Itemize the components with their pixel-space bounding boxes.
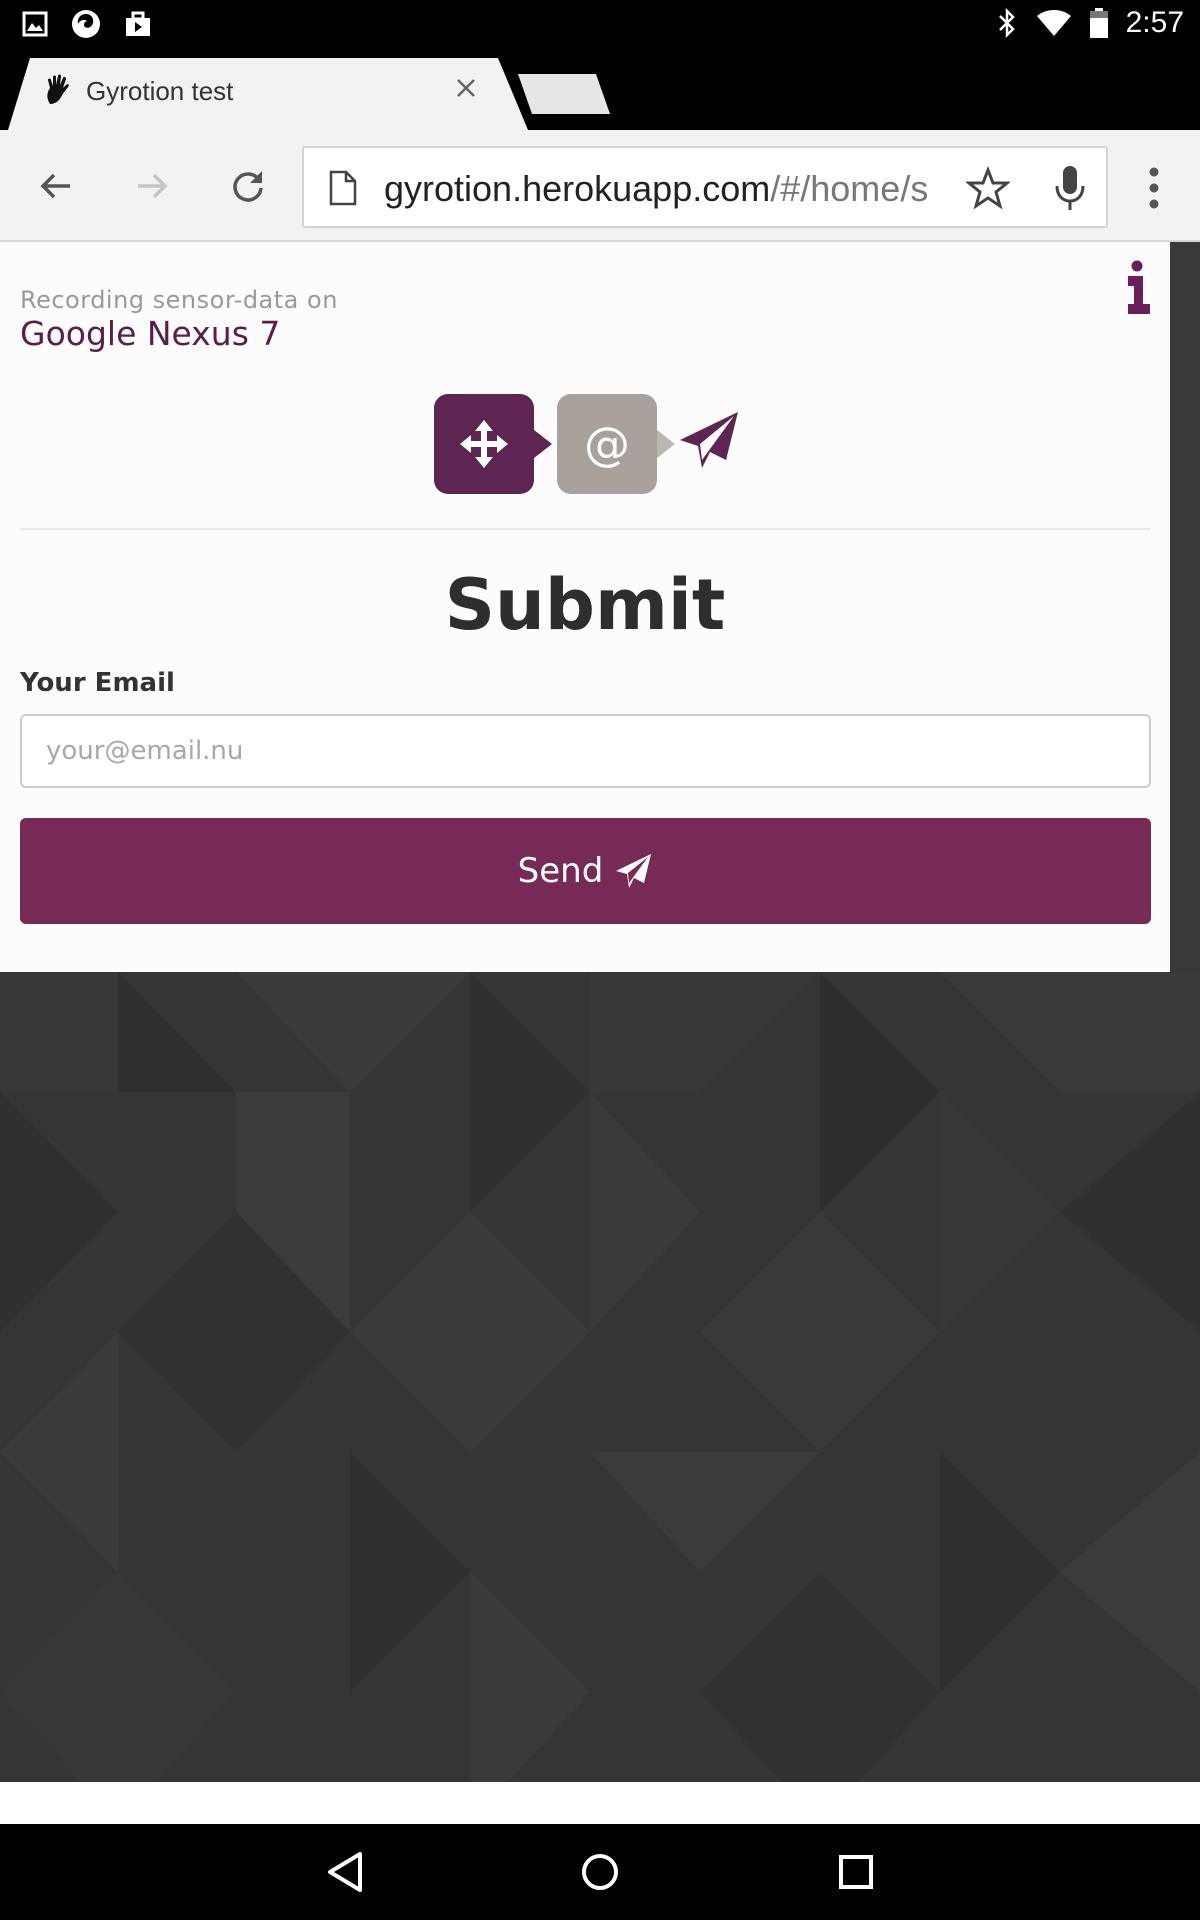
battery-icon <box>1089 8 1108 38</box>
clock: 2:57 <box>1125 6 1184 39</box>
recents-icon[interactable] <box>832 1848 880 1896</box>
recording-label: Recording sensor-data on <box>20 286 338 314</box>
reload-button[interactable] <box>222 160 274 212</box>
url-path: /#/home/s <box>770 168 929 209</box>
paper-plane-icon <box>680 412 738 468</box>
home-icon[interactable] <box>576 1848 624 1896</box>
email-field[interactable] <box>20 714 1151 788</box>
star-icon[interactable] <box>966 166 1010 210</box>
bluetooth-icon <box>998 8 1015 38</box>
url-text[interactable]: gyrotion.herokuapp.com/#/home/s <box>384 166 948 212</box>
overflow-menu-icon[interactable] <box>1136 166 1172 210</box>
new-tab-button[interactable] <box>518 74 610 114</box>
close-icon[interactable] <box>452 74 480 102</box>
scrollbar-track[interactable] <box>1170 242 1200 970</box>
briefcase-icon <box>126 11 150 36</box>
info-icon[interactable] <box>1124 260 1154 316</box>
step-email: @ <box>557 394 657 494</box>
tab-title: Gyrotion test <box>86 76 234 106</box>
back-button[interactable] <box>30 160 82 212</box>
firefox-icon <box>72 10 100 38</box>
wifi-icon <box>1036 10 1071 36</box>
arrow-right-icon <box>138 173 168 199</box>
reload-icon <box>233 171 263 202</box>
email-label: Your Email <box>20 668 175 698</box>
browser-toolbar: gyrotion.herokuapp.com/#/home/s <box>0 130 1200 242</box>
url-host: gyrotion.herokuapp.com <box>384 168 771 209</box>
forward-button[interactable] <box>126 160 178 212</box>
paper-plane-icon <box>616 854 652 888</box>
move-arrows-icon <box>460 420 508 468</box>
step-record <box>434 394 534 494</box>
device-name: Google Nexus 7 <box>20 314 281 353</box>
device-screen: 2:57 Gyrotion test gyrotion.herokuapp.co… <box>0 0 1200 1920</box>
send-button[interactable]: Send <box>20 818 1151 924</box>
gallery-icon <box>22 11 48 37</box>
at-sign: @ <box>584 417 630 471</box>
microphone-icon[interactable] <box>1050 164 1090 212</box>
page-footer <box>0 1782 1200 1824</box>
status-bar: 2:57 <box>0 0 1200 50</box>
address-bar[interactable]: gyrotion.herokuapp.com/#/home/s <box>302 146 1108 228</box>
tab-strip: Gyrotion test <box>0 50 1200 130</box>
submit-card: Recording sensor-data on Google Nexus 7 … <box>0 242 1170 972</box>
divider <box>20 528 1150 530</box>
navigation-bar <box>0 1824 1200 1920</box>
progress-steps: @ <box>434 394 744 494</box>
hand-icon <box>47 74 69 104</box>
step-connector <box>657 430 675 458</box>
web-content: Recording sensor-data on Google Nexus 7 … <box>0 242 1200 1824</box>
arrow-left-icon <box>40 173 70 199</box>
step-connector <box>534 430 552 458</box>
back-icon[interactable] <box>322 1848 370 1896</box>
page-icon <box>329 170 357 206</box>
send-label: Send <box>517 851 604 891</box>
page-title: Submit <box>444 564 726 646</box>
